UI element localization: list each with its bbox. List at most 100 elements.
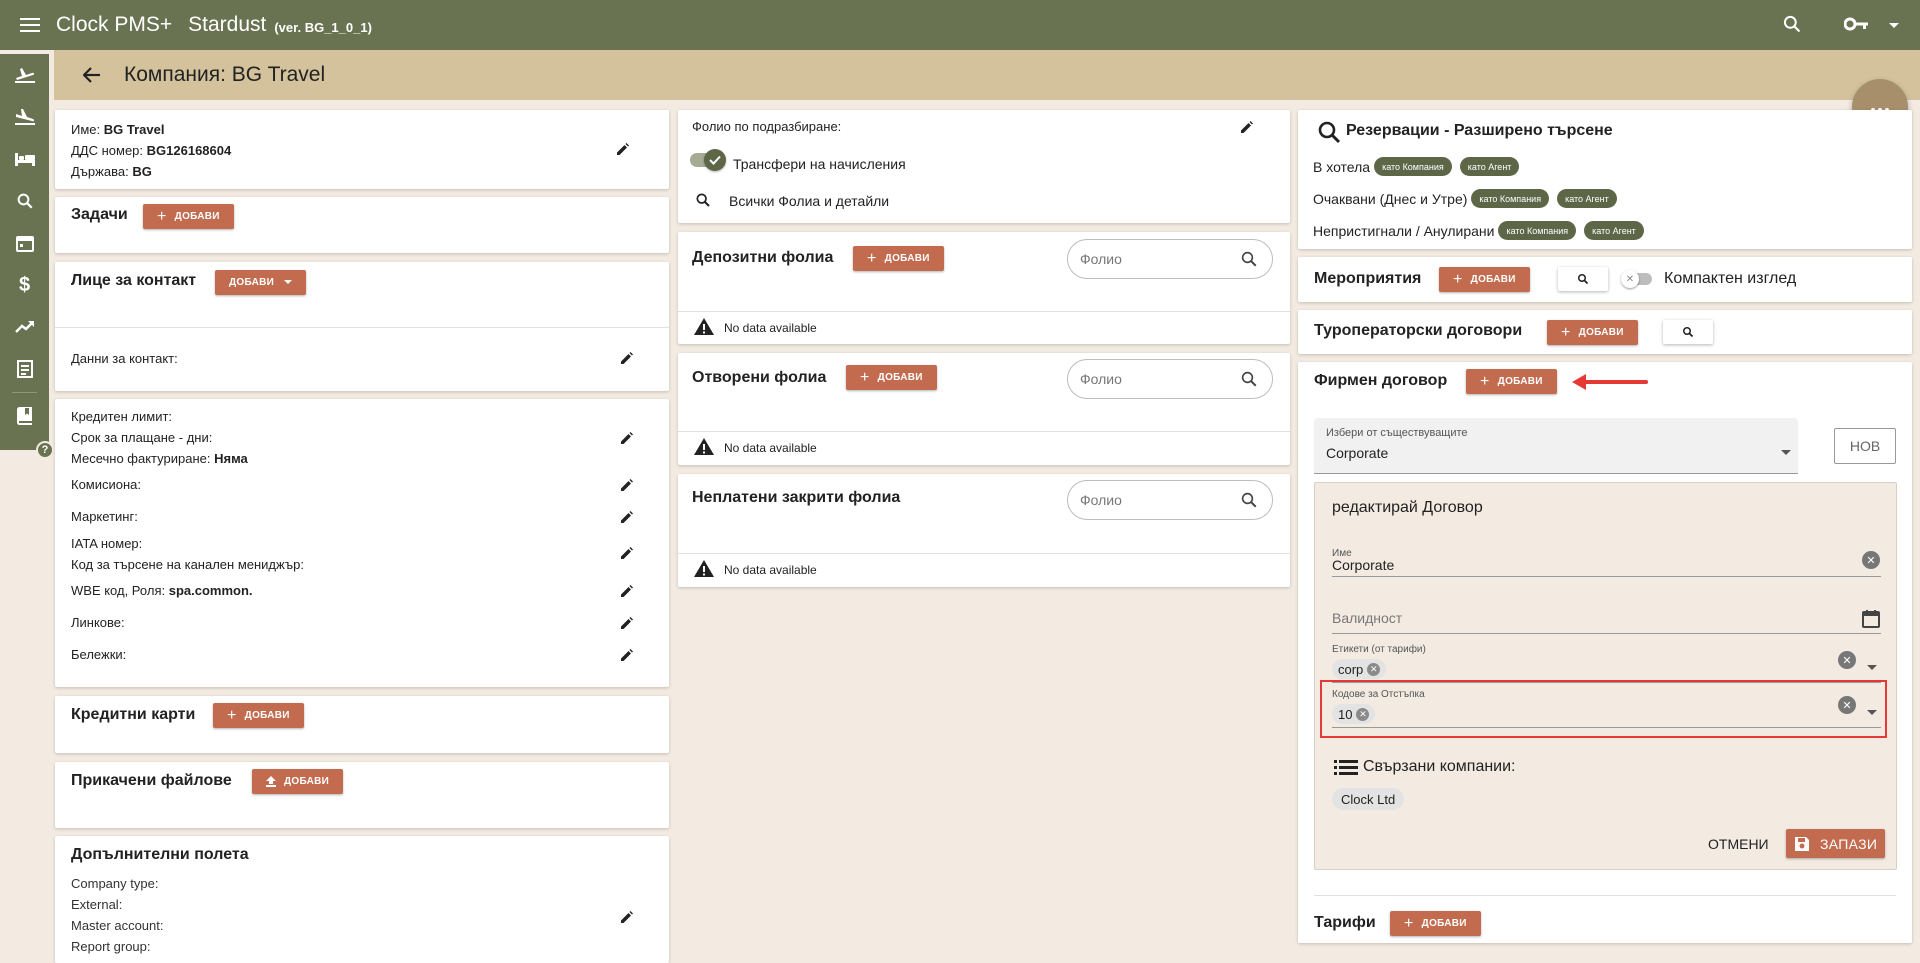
edit-icon[interactable] [618,614,636,632]
edit-icon[interactable] [618,582,636,600]
credit-cards-card: Кредитни карти + ДОБАВИ [55,696,669,753]
dropdown-arrow-icon[interactable] [1867,658,1877,674]
edit-icon[interactable] [618,646,636,664]
unpaid-folios-title: Неплатени закрити фолиа [692,489,901,506]
in-house-agent-chip[interactable]: като Агент [1459,157,1520,176]
discount-codes-underline [1332,727,1881,728]
edit-icon[interactable] [1238,118,1256,136]
menu-icon[interactable] [16,11,44,39]
add-corp-contract-button[interactable]: + ДОБАВИ [1466,369,1557,394]
tour-contracts-card: Туроператорски договори + ДОБАВИ [1298,310,1912,354]
cancel-button[interactable]: ОТМЕНИ [1708,836,1769,852]
noshow-label: Непристигнали / Анулирани [1313,222,1495,239]
new-contract-button[interactable]: НОВ [1834,428,1896,464]
noshow-company-chip[interactable]: като Компания [1498,221,1577,240]
edit-icon[interactable] [618,908,636,926]
arrow-back-icon[interactable] [72,55,112,95]
noshow-agent-chip[interactable]: като Агент [1584,221,1644,240]
company-type-label: Company type: [71,876,159,891]
add-credit-card-button[interactable]: + ДОБАВИ [213,703,304,728]
chevron-down-icon[interactable] [1888,17,1900,33]
divider [1314,895,1896,896]
dropdown-arrow-icon[interactable] [1867,703,1877,719]
departures-icon[interactable] [0,96,49,138]
search-icon[interactable] [1782,14,1802,37]
search-tour-contracts-button[interactable] [1663,320,1713,344]
contract-select[interactable]: Избери от съществуващите Corporate [1314,418,1798,474]
key-icon[interactable] [1843,16,1870,35]
name-value: BG Travel [103,122,165,137]
clear-icon[interactable]: ✕ [1838,651,1856,669]
edit-icon[interactable] [614,140,632,158]
discount-chip[interactable]: 10 ✕ [1332,704,1376,724]
version-label: (ver. BG_1_0_1) [274,20,372,35]
calendar-icon[interactable] [1862,609,1880,631]
in-house-company-chip[interactable]: като Компания [1374,157,1452,176]
tags-label: Етикети (от тарифи) [1332,644,1426,655]
divider [55,327,669,328]
receipt-icon[interactable] [0,348,49,390]
warning-icon [694,318,714,338]
finance-card: Кредитен лимит: Срок за плащане - дни: М… [55,399,669,687]
folio-search-input[interactable]: Фолио [1067,480,1273,520]
book-icon[interactable] [0,395,49,437]
extra-fields-title: Допълнителни полета [71,846,249,863]
edit-icon[interactable] [618,476,636,494]
dropdown-arrow-icon [1781,443,1791,459]
edit-icon[interactable] [618,349,636,367]
search-icon[interactable] [0,180,49,222]
attachments-title: Прикачени файлове [71,772,232,789]
page-title: Компания: BG Travel [124,63,326,86]
annotation-arrow [1572,374,1648,390]
bed-icon[interactable] [0,138,49,180]
add-contact-button[interactable]: ДОБАВИ [215,270,307,295]
extra-fields-card: Допълнителни полета Company type: Extern… [55,836,669,963]
add-tour-contract-button[interactable]: + ДОБАВИ [1547,320,1638,345]
master-account-label: Master account: [71,918,164,933]
add-rate-button[interactable]: + ДОБАВИ [1390,911,1481,936]
trending-up-icon[interactable] [0,306,49,348]
arrivals-icon[interactable] [0,54,49,96]
save-button[interactable]: ЗАПАЗИ [1786,829,1886,858]
calendar-icon[interactable] [0,222,49,264]
validity-input[interactable]: Валидност [1332,610,1402,626]
expected-company-chip[interactable]: като Компания [1471,189,1550,208]
name-input[interactable] [1332,543,1881,577]
tag-chip[interactable]: corp ✕ [1332,659,1387,679]
contact-card: Лице за контакт ДОБАВИ Данни за контакт: [55,262,669,391]
search-events-button[interactable] [1558,267,1608,291]
upload-file-button[interactable]: ДОБАВИ [252,769,344,794]
events-card: Мероприятия + ДОБАВИ ✕ Компактен изглед [1298,257,1912,302]
edit-icon[interactable] [618,544,636,562]
expected-agent-chip[interactable]: като Агент [1557,189,1617,208]
add-event-button[interactable]: + ДОБАВИ [1439,267,1530,292]
warning-icon [694,560,714,580]
validity-underline [1332,633,1881,634]
payment-days-label: Срок за плащане - дни: [71,430,213,445]
folio-search-input[interactable]: Фолио [1067,359,1273,399]
clear-icon[interactable]: ✕ [1838,696,1856,714]
add-deposit-folio-button[interactable]: + ДОБАВИ [853,246,944,271]
search-icon[interactable] [695,192,711,211]
events-title: Мероприятия [1314,270,1422,287]
edit-icon[interactable] [618,429,636,447]
edit-icon[interactable] [618,508,636,526]
external-label: External: [71,897,123,912]
folio-search-input[interactable]: Фолио [1067,239,1273,279]
search-icon [1683,327,1694,338]
chip-remove-icon[interactable]: ✕ [1356,707,1370,721]
linked-company-chip[interactable]: Clock Ltd [1332,788,1405,810]
monthly-value: Няма [214,451,248,466]
chip-remove-icon[interactable]: ✕ [1367,662,1381,676]
contact-data-label: Данни за контакт: [71,351,178,366]
edit-contract-title: редактирай Договор [1332,499,1483,516]
add-task-button[interactable]: + ДОБАВИ [143,204,234,229]
commission-label: Комисиона: [71,477,142,492]
add-open-folio-button[interactable]: + ДОБАВИ [846,365,937,390]
search-icon [1317,120,1341,147]
help-icon[interactable]: ? [36,441,54,459]
all-folios-link[interactable]: Всички Фолиа и детайли [729,193,889,209]
search-icon [1240,491,1258,512]
dollar-icon[interactable]: $ [0,264,49,306]
reservations-title: Резервации - Разширено търсене [1346,122,1613,139]
